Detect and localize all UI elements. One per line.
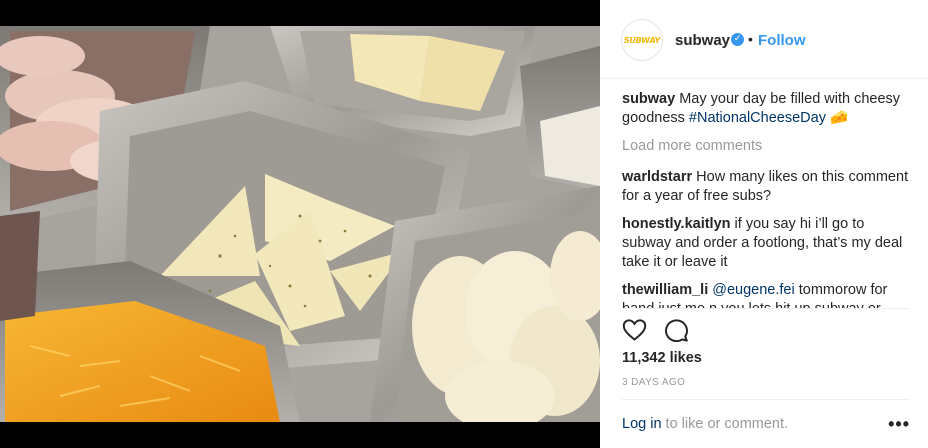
post-media xyxy=(0,0,600,448)
post-username[interactable]: subway xyxy=(675,32,730,49)
mention-link[interactable]: @eugene.fei xyxy=(712,282,794,298)
post-date: 3 DAYS AGO xyxy=(622,377,686,388)
login-prompt: Log in to like or comment. xyxy=(622,416,788,432)
comment-item: thewilliam_li @eugene.fei tommorow for b… xyxy=(622,281,912,308)
comment-item: warldstarr How many likes on this commen… xyxy=(622,168,912,206)
more-options-icon[interactable]: ••• xyxy=(888,414,910,435)
comment-username[interactable]: thewilliam_li xyxy=(622,282,708,298)
load-more-comments-button[interactable]: Load more comments xyxy=(622,137,912,156)
follow-button[interactable]: Follow xyxy=(758,32,806,49)
avatar[interactable]: SUBWAY xyxy=(621,19,663,61)
cheese-bins-image xyxy=(0,26,600,422)
caption-username[interactable]: subway xyxy=(622,91,675,107)
divider xyxy=(622,399,910,400)
login-prompt-text: to like or comment. xyxy=(665,416,789,432)
hashtag-link[interactable]: #NationalCheeseDay xyxy=(689,110,826,126)
comment-item: honestly.kaitlyn if you say hi i’ll go t… xyxy=(622,215,912,272)
comment-icon[interactable] xyxy=(664,318,689,347)
post-side-panel: SUBWAY subway ✓ • Follow subway May your… xyxy=(600,0,928,448)
login-link[interactable]: Log in xyxy=(622,416,662,432)
likes-count[interactable]: 11,342 likes xyxy=(622,350,702,366)
heart-icon[interactable] xyxy=(622,318,647,347)
separator-dot: • xyxy=(748,31,753,47)
cheese-emoji: 🧀 xyxy=(829,110,849,126)
caption: subway May your day be filled with chees… xyxy=(622,90,912,128)
verified-badge-icon: ✓ xyxy=(731,33,744,46)
divider xyxy=(622,308,910,309)
comment-username[interactable]: warldstarr xyxy=(622,169,692,185)
comments-list: subway May your day be filled with chees… xyxy=(622,90,912,308)
comment-username[interactable]: honestly.kaitlyn xyxy=(622,216,731,232)
post-header: SUBWAY subway ✓ • Follow xyxy=(600,0,928,79)
post-photo[interactable] xyxy=(0,26,600,422)
subway-logo: SUBWAY xyxy=(623,35,661,45)
